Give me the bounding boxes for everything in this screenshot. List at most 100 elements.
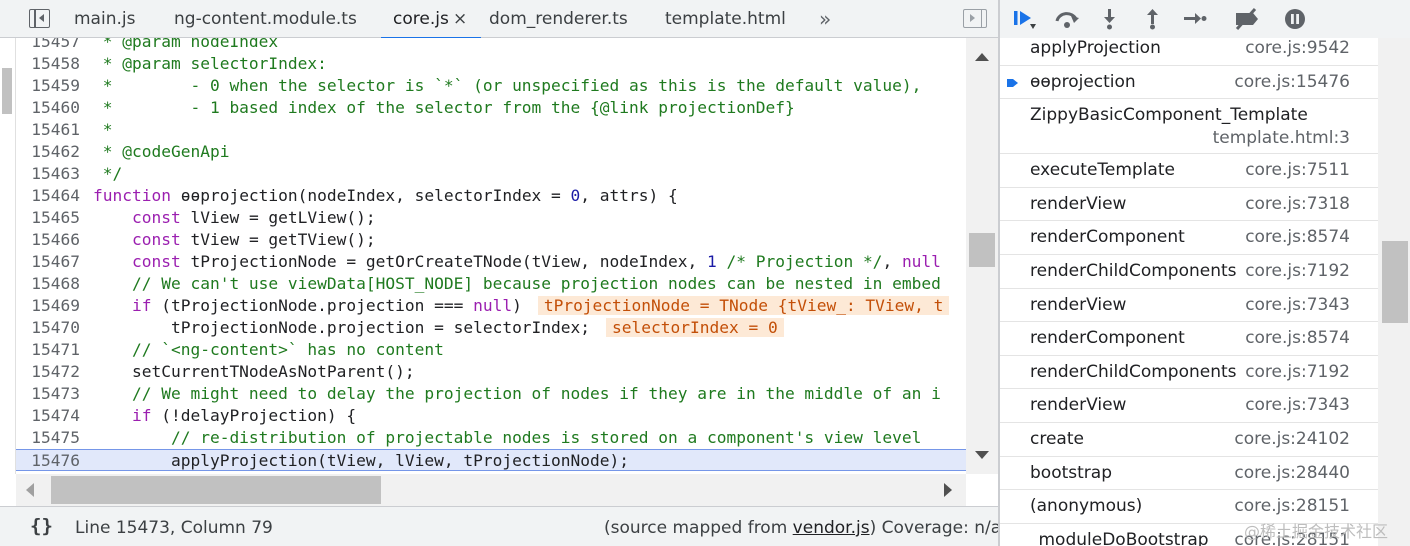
- frame-location-link[interactable]: core.js:28151: [1234, 496, 1350, 516]
- call-frame[interactable]: renderChildComponents core.js:7192: [1000, 356, 1378, 390]
- call-frame[interactable]: executeTemplate core.js:7511: [1000, 154, 1378, 188]
- resume-icon[interactable]: [1012, 6, 1040, 32]
- frame-location-link[interactable]: core.js:28440: [1234, 463, 1350, 483]
- tab-ng-content-module-ts[interactable]: ng-content.module.ts: [174, 0, 357, 38]
- line-number[interactable]: 15460: [18, 97, 80, 119]
- step-over-icon[interactable]: [1053, 6, 1081, 32]
- line-number[interactable]: 15463: [18, 163, 80, 185]
- line-number[interactable]: 15458: [18, 53, 80, 75]
- frame-location-link[interactable]: core.js:24102: [1234, 429, 1350, 449]
- frame-location-link[interactable]: core.js:7318: [1245, 194, 1350, 214]
- line-number[interactable]: 15461: [18, 119, 80, 141]
- code-line[interactable]: 15459 * - 0 when the selector is `*` (or…: [0, 75, 966, 97]
- call-frame[interactable]: renderView core.js:7343: [1000, 289, 1378, 323]
- line-number[interactable]: 15467: [18, 251, 80, 273]
- line-number[interactable]: 15475: [18, 427, 80, 449]
- code-line[interactable]: 15475 // re-distribution of projectable …: [0, 427, 966, 449]
- line-number[interactable]: 15474: [18, 405, 80, 427]
- vertical-scroll-thumb[interactable]: [969, 233, 995, 267]
- frame-location-link[interactable]: core.js:7192: [1245, 261, 1350, 281]
- frame-location-link[interactable]: core.js:7192: [1245, 362, 1350, 382]
- code-line[interactable]: 15472 setCurrentTNodeAsNotParent();: [0, 361, 966, 383]
- step-icon[interactable]: [1181, 6, 1209, 32]
- line-number[interactable]: 15470: [18, 317, 80, 339]
- tab-dom-renderer-ts[interactable]: dom_renderer.ts: [489, 0, 628, 38]
- source-map-link[interactable]: vendor.js: [793, 518, 870, 538]
- frame-location-link[interactable]: core.js:7343: [1245, 295, 1350, 315]
- toggle-debugger-icon[interactable]: [963, 9, 987, 28]
- code-line[interactable]: 15464 function ɵɵprojection(nodeIndex, se…: [0, 185, 966, 207]
- pretty-print-icon[interactable]: {}: [30, 515, 53, 537]
- call-stack-scrollbar[interactable]: [1378, 38, 1410, 546]
- frame-location-link[interactable]: core.js:7343: [1245, 395, 1350, 415]
- line-number[interactable]: 15462: [18, 141, 80, 163]
- inline-variable-value[interactable]: selectorIndex = 0: [606, 318, 784, 337]
- code-line[interactable]: 15473 // We might need to delay the proj…: [0, 383, 966, 405]
- scroll-up-icon[interactable]: [975, 53, 989, 61]
- line-number[interactable]: 15473: [18, 383, 80, 405]
- line-number[interactable]: 15464: [18, 185, 80, 207]
- line-number[interactable]: 15457: [18, 38, 80, 53]
- call-frame[interactable]: renderChildComponents core.js:7192: [1000, 255, 1378, 289]
- close-tab-icon[interactable]: ×: [453, 0, 467, 38]
- frame-location-link[interactable]: core.js:7511: [1245, 160, 1350, 180]
- line-number[interactable]: 15469: [18, 295, 80, 317]
- code-line[interactable]: 15474 if (!delayProjection) {: [0, 405, 966, 427]
- code-line[interactable]: 15469 if (tProjectionNode.projection ===…: [0, 295, 966, 317]
- call-frame[interactable]: renderComponent core.js:8574: [1000, 221, 1378, 255]
- code-line[interactable]: 15470 tProjectionNode.projection = selec…: [0, 317, 966, 339]
- code-line[interactable]: 15467 const tProjectionNode = getOrCreat…: [0, 251, 966, 273]
- code-line[interactable]: 15458 * @param selectorIndex:: [0, 53, 966, 75]
- line-number[interactable]: 15472: [18, 361, 80, 383]
- step-out-icon[interactable]: [1139, 6, 1167, 32]
- execution-line[interactable]: 15476 applyProjection(tView, lView, tPro…: [0, 449, 966, 471]
- tab-core-js[interactable]: core.js: [381, 0, 481, 39]
- horizontal-scroll-thumb[interactable]: [51, 476, 381, 504]
- call-frame[interactable]: renderComponent core.js:8574: [1000, 322, 1378, 356]
- frame-location-link[interactable]: core.js:15476: [1234, 72, 1350, 92]
- inline-variable-value[interactable]: tProjectionNode = TNode {tView_: TView, …: [537, 296, 950, 315]
- scroll-down-icon[interactable]: [975, 451, 989, 459]
- line-number[interactable]: 15471: [18, 339, 80, 361]
- source-map-info: (source mapped from vendor.js) Coverage:…: [604, 518, 1001, 538]
- left-edge-thumb[interactable]: [2, 68, 12, 114]
- pause-on-exceptions-icon[interactable]: [1281, 6, 1309, 32]
- code-line[interactable]: 15466 const tView = getTView();: [0, 229, 966, 251]
- frame-location-link[interactable]: core.js:8574: [1245, 227, 1350, 247]
- code-line[interactable]: 15460 * - 1 based index of the selector …: [0, 97, 966, 119]
- call-frame[interactable]: ZippyBasicComponent_Template template.htm…: [1000, 99, 1378, 155]
- code-line[interactable]: 15461 *: [0, 119, 966, 141]
- call-stack-scroll-thumb[interactable]: [1382, 241, 1408, 323]
- scroll-right-icon[interactable]: [944, 483, 952, 497]
- editor-horizontal-scrollbar[interactable]: [16, 474, 966, 506]
- call-frame[interactable]: bootstrap core.js:28440: [1000, 457, 1378, 491]
- tab-template-html[interactable]: template.html: [665, 0, 786, 38]
- line-number[interactable]: 15476: [18, 450, 80, 472]
- frame-location-link[interactable]: template.html:3: [1213, 128, 1350, 148]
- more-tabs-icon[interactable]: »: [819, 0, 831, 38]
- line-number[interactable]: 15468: [18, 273, 80, 295]
- toggle-navigator-icon[interactable]: [29, 9, 50, 28]
- frame-location-link[interactable]: core.js:9542: [1245, 38, 1350, 58]
- frame-location-link[interactable]: core.js:8574: [1245, 328, 1350, 348]
- code-line[interactable]: 15462 * @codeGenApi: [0, 141, 966, 163]
- code-line[interactable]: 15468 // We can't use viewData[HOST_NODE…: [0, 273, 966, 295]
- code-line[interactable]: 15457 * @param nodeIndex: [0, 38, 966, 53]
- tab-main-js[interactable]: main.js: [74, 0, 135, 38]
- code-line[interactable]: 15463 */: [0, 163, 966, 185]
- step-into-icon[interactable]: [1096, 6, 1124, 32]
- editor-vertical-scrollbar[interactable]: [966, 38, 998, 474]
- call-frame[interactable]: renderView core.js:7318: [1000, 188, 1378, 222]
- call-frame[interactable]: create core.js:24102: [1000, 423, 1378, 457]
- code-line[interactable]: 15465 const lView = getLView();: [0, 207, 966, 229]
- call-frame[interactable]: renderView core.js:7343: [1000, 389, 1378, 423]
- deactivate-breakpoints-icon[interactable]: [1233, 6, 1261, 32]
- scroll-left-icon[interactable]: [26, 483, 34, 497]
- line-number[interactable]: 15465: [18, 207, 80, 229]
- line-number[interactable]: 15466: [18, 229, 80, 251]
- code-line[interactable]: 15471 // `<ng-content>` has no content: [0, 339, 966, 361]
- line-number[interactable]: 15459: [18, 75, 80, 97]
- call-frame[interactable]: applyProjection core.js:9542: [1000, 32, 1378, 66]
- code-editor[interactable]: 15457 * @param nodeIndex 15458 * @param s…: [0, 38, 998, 474]
- call-frame-current[interactable]: ɵɵprojection core.js:15476: [1000, 66, 1378, 100]
